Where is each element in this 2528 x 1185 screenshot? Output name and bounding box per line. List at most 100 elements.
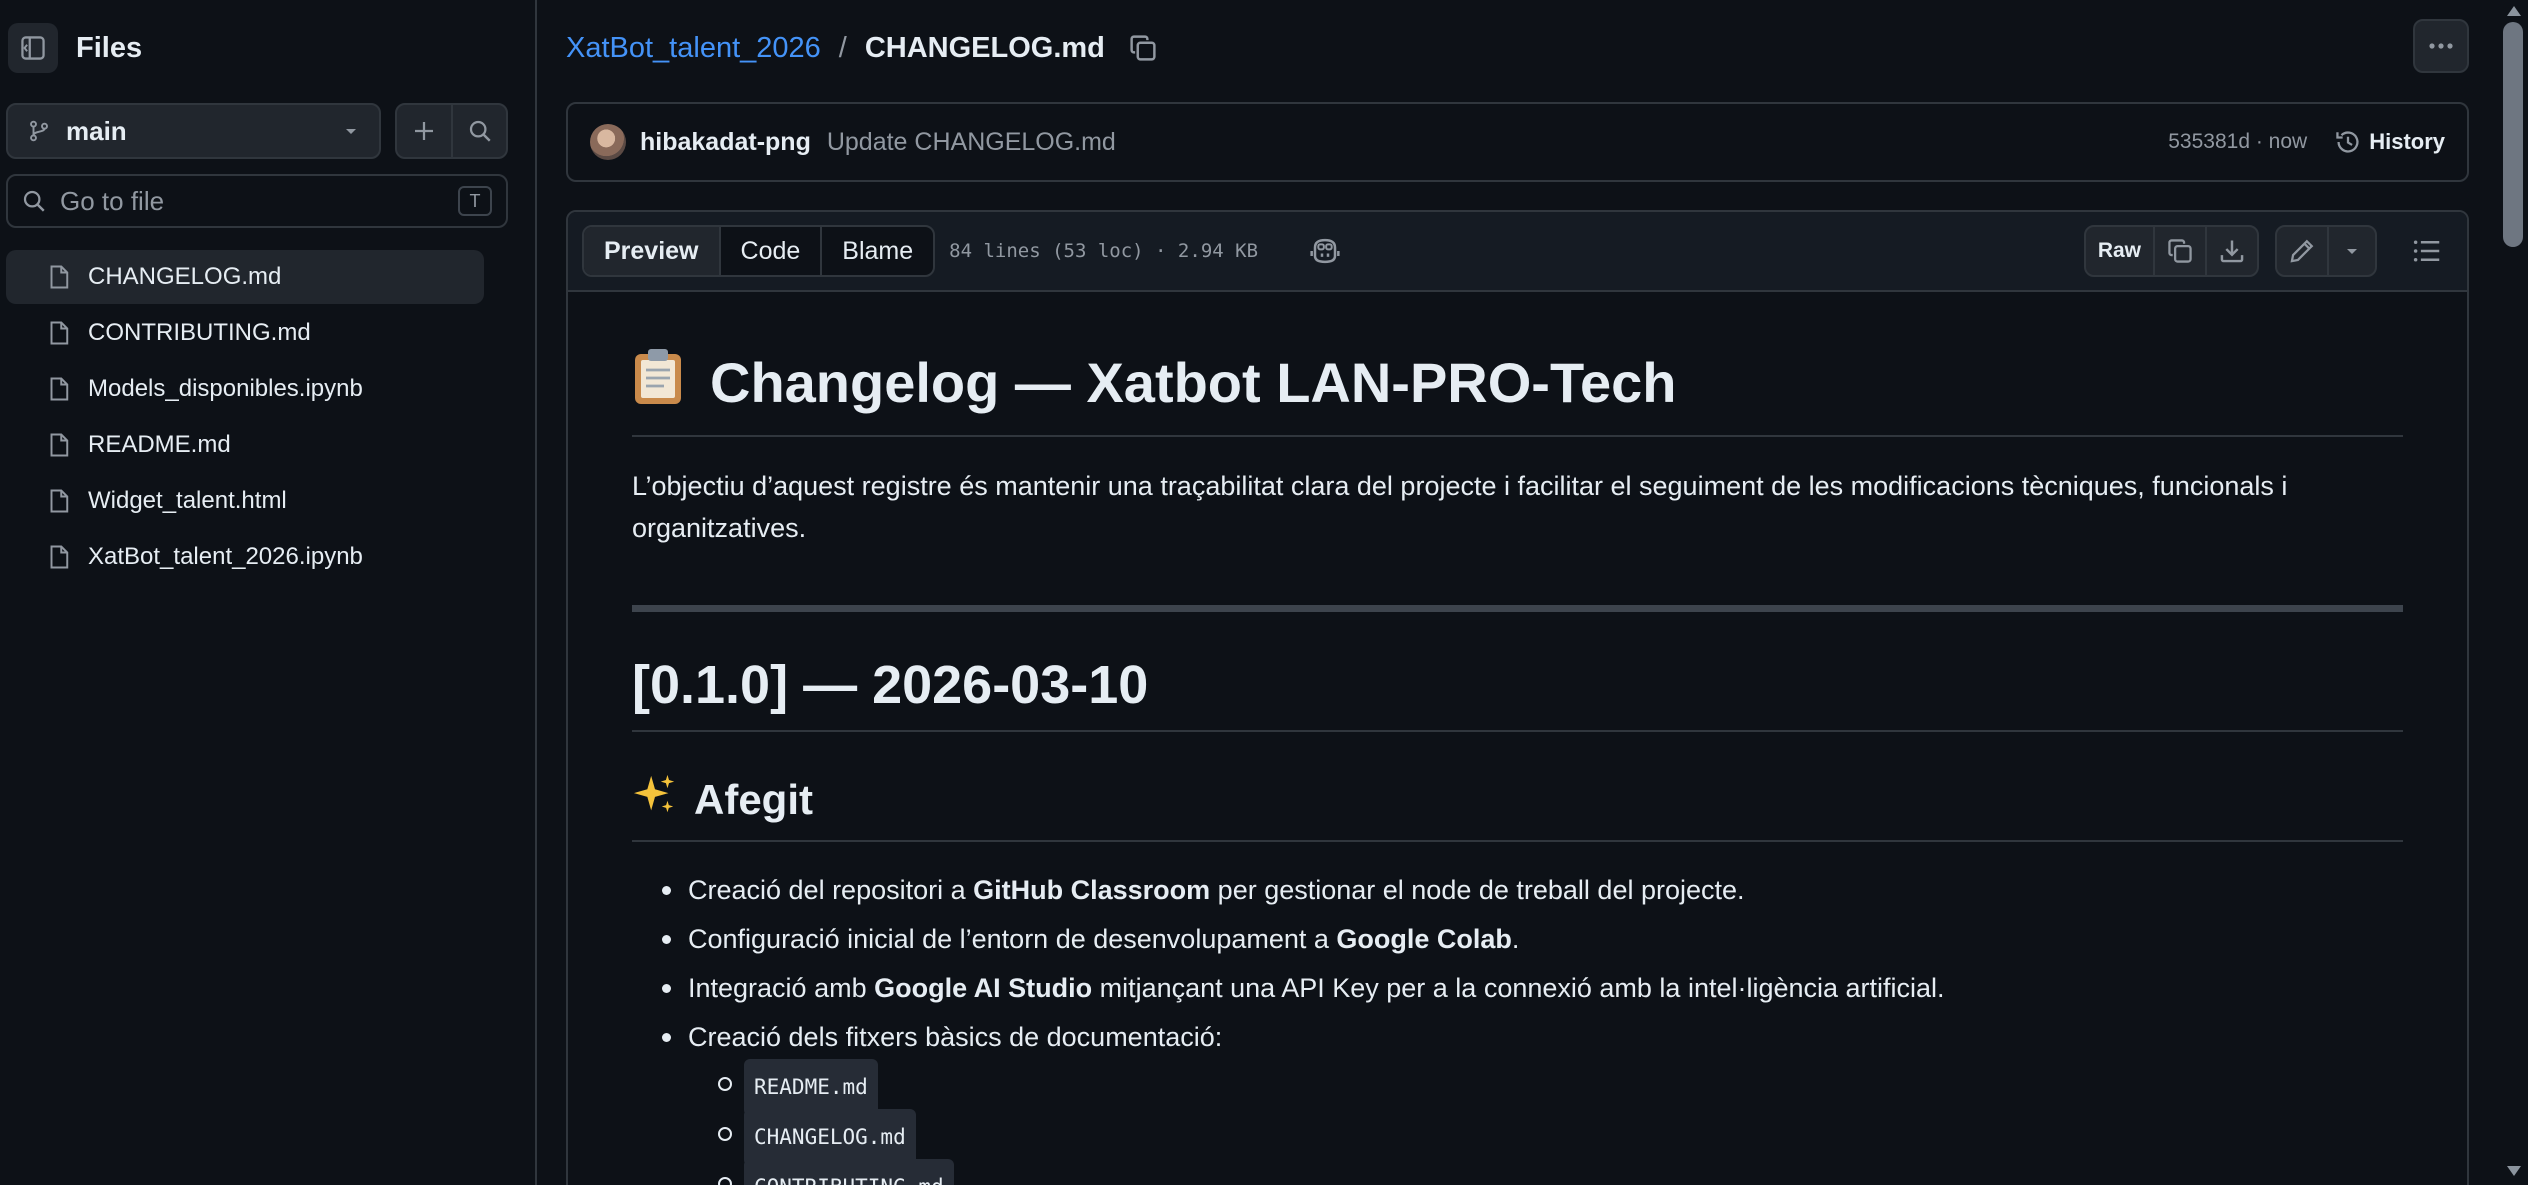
bold-google-ai-studio: Google AI Studio: [874, 973, 1093, 1003]
inline-code-changelog: CHANGELOG.md: [744, 1108, 916, 1166]
go-to-file-placeholder: Go to file: [60, 185, 165, 216]
search-files-button[interactable]: [451, 105, 506, 157]
sparkles-icon: [632, 772, 678, 828]
docs-sublist: README.md CHANGELOG.md CONTRIBUTING.md: [688, 1058, 2403, 1185]
file-item-readme[interactable]: README.md: [6, 418, 484, 472]
tab-blame[interactable]: Blame: [820, 227, 933, 275]
file-content-box: Preview Code Blame 84 lines (53 loc) · 2…: [566, 210, 2469, 1185]
edit-file-button[interactable]: [2277, 227, 2327, 275]
file-icon: [50, 321, 69, 345]
file-item-changelog[interactable]: CHANGELOG.md: [6, 250, 484, 304]
caret-down-icon: [2347, 249, 2357, 254]
scrollbar-thumb[interactable]: [2503, 22, 2523, 247]
file-list: CHANGELOG.md CONTRIBUTING.md Models_disp…: [6, 250, 484, 586]
file-icon: [50, 265, 69, 289]
go-to-file-input[interactable]: Go to file T: [6, 174, 508, 228]
list-item: Creació dels fitxers bàsics de documenta…: [632, 1013, 2403, 1185]
heading-text: Changelog — Xatbot LAN-PRO-Tech: [710, 351, 1677, 414]
sub-list-item: CHANGELOG.md: [688, 1108, 2403, 1166]
sidebar-title: Files: [76, 31, 143, 64]
caret-down-icon: [345, 129, 356, 134]
heading-changelog: Changelog — Xatbot LAN-PRO-Tech: [632, 346, 2403, 437]
file-toolbar: Preview Code Blame 84 lines (53 loc) · 2…: [568, 212, 2467, 292]
avatar[interactable]: [590, 124, 626, 160]
sub-list-item: README.md: [688, 1058, 2403, 1116]
branch-name: main: [66, 115, 127, 146]
copy-icon: [2168, 239, 2192, 263]
file-item-models-disponibles[interactable]: Models_disponibles.ipynb: [6, 362, 484, 416]
branch-row: main: [6, 103, 508, 159]
file-actions-group: Raw: [2083, 225, 2259, 277]
search-icon: [23, 190, 45, 212]
kebab-horizontal-icon: [2429, 43, 2453, 49]
download-button[interactable]: [2205, 227, 2257, 275]
file-item-label: Widget_talent.html: [88, 487, 287, 514]
file-tree-sidebar: Files main Go to file T CHANGELOG.md CON…: [0, 0, 537, 1185]
commit-message-link[interactable]: Update CHANGELOG.md: [827, 128, 2168, 157]
more-options-button[interactable]: [2413, 19, 2469, 73]
section-heading-afegit: Afegit: [632, 772, 2403, 842]
file-item-widget-talent[interactable]: Widget_talent.html: [6, 474, 484, 528]
list-item: Configuració inicial de l’entorn de dese…: [632, 915, 2403, 964]
collapse-sidebar-button[interactable]: [8, 23, 58, 73]
section-heading-text: Afegit: [694, 776, 813, 823]
copy-path-button[interactable]: [1129, 34, 1157, 62]
edit-actions-group: [2275, 225, 2377, 277]
scroll-down-arrow-icon[interactable]: [2507, 1166, 2521, 1176]
version-heading: [0.1.0] — 2026-03-10: [632, 654, 2403, 732]
history-button[interactable]: History: [2335, 129, 2445, 155]
file-item-xatbot-notebook[interactable]: XatBot_talent_2026.ipynb: [6, 530, 484, 584]
file-icon: [50, 433, 69, 457]
markdown-body: Changelog — Xatbot LAN-PRO-Tech L’object…: [568, 346, 2467, 1185]
list-item: Creació del repositori a GitHub Classroo…: [632, 866, 2403, 915]
commit-sha-time[interactable]: 535381d · now: [2168, 130, 2307, 154]
plus-icon: [414, 122, 433, 140]
horizontal-rule: [632, 605, 2403, 612]
file-view-main: XatBot_talent_2026 / CHANGELOG.md hibaka…: [539, 0, 2499, 1185]
sidebar-collapse-icon: [21, 36, 45, 60]
file-item-contributing[interactable]: CONTRIBUTING.md: [6, 306, 484, 360]
history-icon: [2336, 131, 2359, 153]
copilot-icon: [1310, 238, 1340, 264]
file-meta-info: 84 lines (53 loc) · 2.94 KB: [949, 240, 1259, 262]
file-icon: [50, 545, 69, 569]
download-icon: [2220, 240, 2244, 263]
tab-preview[interactable]: Preview: [584, 227, 721, 275]
inline-code-contributing: CONTRIBUTING.md: [744, 1158, 954, 1185]
tab-code[interactable]: Code: [721, 227, 821, 275]
copilot-button[interactable]: [1310, 237, 1340, 265]
git-branch-icon: [30, 120, 48, 142]
file-item-label: XatBot_talent_2026.ipynb: [88, 543, 363, 570]
copy-raw-button[interactable]: [2153, 227, 2205, 275]
bold-google-colab: Google Colab: [1336, 924, 1512, 954]
list-unordered-icon: [2413, 240, 2440, 262]
list-item: Integració amb Google AI Studio mitjança…: [632, 964, 2403, 1013]
page-scrollbar[interactable]: [2499, 0, 2528, 1185]
breadcrumb: XatBot_talent_2026 / CHANGELOG.md: [566, 28, 1157, 68]
add-file-button[interactable]: [397, 105, 452, 157]
file-item-label: README.md: [88, 431, 231, 458]
pencil-icon: [2290, 239, 2314, 263]
search-icon: [469, 120, 491, 142]
sidebar-actions: [394, 103, 508, 159]
edit-dropdown-button[interactable]: [2327, 227, 2375, 275]
keyboard-shortcut-badge: T: [458, 186, 492, 216]
outline-button[interactable]: [2401, 225, 2453, 277]
raw-button[interactable]: Raw: [2086, 227, 2153, 275]
sidebar-header: Files: [8, 20, 528, 76]
branch-selector[interactable]: main: [6, 103, 381, 159]
breadcrumb-repo-link[interactable]: XatBot_talent_2026: [566, 32, 821, 65]
changes-list: Creació del repositori a GitHub Classroo…: [632, 866, 2403, 1185]
commit-author-link[interactable]: hibakadat-png: [640, 128, 811, 157]
intro-paragraph: L’objectiu d’aquest registre és mantenir…: [632, 471, 2288, 543]
latest-commit-bar: hibakadat-png Update CHANGELOG.md 535381…: [566, 102, 2469, 182]
file-item-label: Models_disponibles.ipynb: [88, 375, 363, 402]
inline-code-readme: README.md: [744, 1058, 878, 1116]
sub-list-item: CONTRIBUTING.md: [688, 1158, 2403, 1185]
scroll-up-arrow-icon[interactable]: [2507, 6, 2521, 16]
history-label: History: [2369, 129, 2445, 154]
file-item-label: CONTRIBUTING.md: [88, 319, 311, 346]
bold-github-classroom: GitHub Classroom: [973, 875, 1211, 905]
copy-icon: [1130, 35, 1156, 61]
clipboard-icon: [632, 346, 684, 419]
